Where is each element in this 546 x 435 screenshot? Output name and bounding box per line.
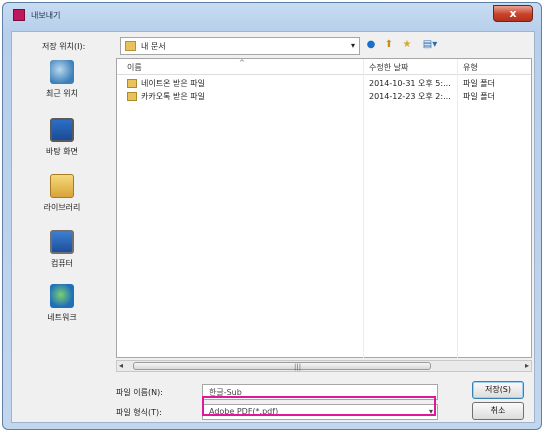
- place-network[interactable]: 네트워크: [16, 284, 108, 334]
- horizontal-scrollbar[interactable]: ◂ ||| ▸: [116, 360, 532, 372]
- place-label: 최근 위치: [46, 89, 78, 98]
- file-type-label: 파일 형식(T):: [116, 408, 162, 417]
- current-folder: 내 문서: [141, 42, 166, 51]
- scroll-right-icon[interactable]: ▸: [525, 361, 529, 370]
- folder-icon: [127, 92, 137, 101]
- file-name: 카카오톡 받은 파일: [141, 92, 205, 101]
- file-list[interactable]: 이름 ^ 수정한 날짜 유형 네이트온 받은 파일 2014-10-31 오후 …: [116, 58, 532, 359]
- file-type: 파일 폴더: [463, 92, 495, 101]
- file-date: 2014-10-31 오후 5:...: [369, 79, 451, 88]
- save-in-combobox[interactable]: 내 문서 ▾: [120, 37, 360, 55]
- column-divider: [457, 59, 458, 359]
- file-name-label: 파일 이름(N):: [116, 388, 163, 397]
- recent-places-icon: [50, 60, 74, 84]
- save-in-label: 저장 위치(I):: [42, 42, 86, 51]
- up-folder-icon[interactable]: ⬆: [382, 38, 396, 52]
- folder-icon: [125, 41, 136, 51]
- chevron-down-icon[interactable]: ▾: [351, 41, 355, 50]
- computer-icon: [50, 230, 74, 254]
- place-desktop[interactable]: 바탕 화면: [16, 118, 108, 168]
- scroll-left-icon[interactable]: ◂: [119, 361, 123, 370]
- list-item[interactable]: 카카오톡 받은 파일 2014-12-23 오후 2:... 파일 폴더: [117, 90, 531, 103]
- place-label: 컴퓨터: [50, 259, 74, 268]
- app-icon: [13, 9, 25, 21]
- view-menu-icon[interactable]: ▤▾: [420, 38, 440, 52]
- network-icon: [50, 284, 74, 308]
- place-libraries[interactable]: 라이브러리: [16, 174, 108, 224]
- column-divider: [363, 59, 364, 359]
- window-title: 내보내기: [31, 11, 61, 20]
- cancel-button[interactable]: 취소: [472, 402, 524, 420]
- column-date[interactable]: 수정한 날짜: [369, 62, 408, 73]
- highlight-annotation: [202, 396, 436, 416]
- place-computer[interactable]: 컴퓨터: [16, 230, 108, 280]
- save-button[interactable]: 저장(S): [472, 381, 524, 399]
- libraries-icon: [50, 174, 74, 198]
- dialog-body: 저장 위치(I): 내 문서 ▾ ● ⬆ ★ ▤▾ 최근 위치 바탕 화면 라이…: [11, 31, 535, 423]
- file-type: 파일 폴더: [463, 79, 495, 88]
- place-label: 네트워크: [47, 313, 77, 322]
- file-name: 네이트온 받은 파일: [141, 79, 205, 88]
- scrollbar-thumb[interactable]: |||: [133, 362, 431, 371]
- desktop-icon: [50, 118, 74, 142]
- back-icon[interactable]: ●: [364, 38, 378, 52]
- places-bar: 최근 위치 바탕 화면 라이브러리 컴퓨터 네트워크: [16, 58, 108, 354]
- export-dialog: 내보내기 x 저장 위치(I): 내 문서 ▾ ● ⬆ ★ ▤▾ 최근 위치 바…: [2, 2, 542, 430]
- file-date: 2014-12-23 오후 2:...: [369, 92, 451, 101]
- new-folder-icon[interactable]: ★: [400, 38, 414, 52]
- place-label: 라이브러리: [43, 203, 81, 212]
- folder-icon: [127, 79, 137, 88]
- close-button[interactable]: x: [493, 5, 533, 22]
- scroll-grip-icon: |||: [294, 363, 302, 371]
- place-recent[interactable]: 최근 위치: [16, 60, 108, 110]
- title-bar[interactable]: 내보내기 x: [3, 3, 541, 27]
- place-label: 바탕 화면: [46, 147, 78, 156]
- column-name[interactable]: 이름: [127, 62, 142, 73]
- column-type[interactable]: 유형: [463, 62, 478, 73]
- column-header-row: 이름 ^ 수정한 날짜 유형: [117, 59, 531, 75]
- location-row: 저장 위치(I): 내 문서 ▾ ● ⬆ ★ ▤▾: [12, 36, 534, 56]
- sort-indicator-icon: ^: [239, 59, 245, 67]
- list-item[interactable]: 네이트온 받은 파일 2014-10-31 오후 5:... 파일 폴더: [117, 77, 531, 90]
